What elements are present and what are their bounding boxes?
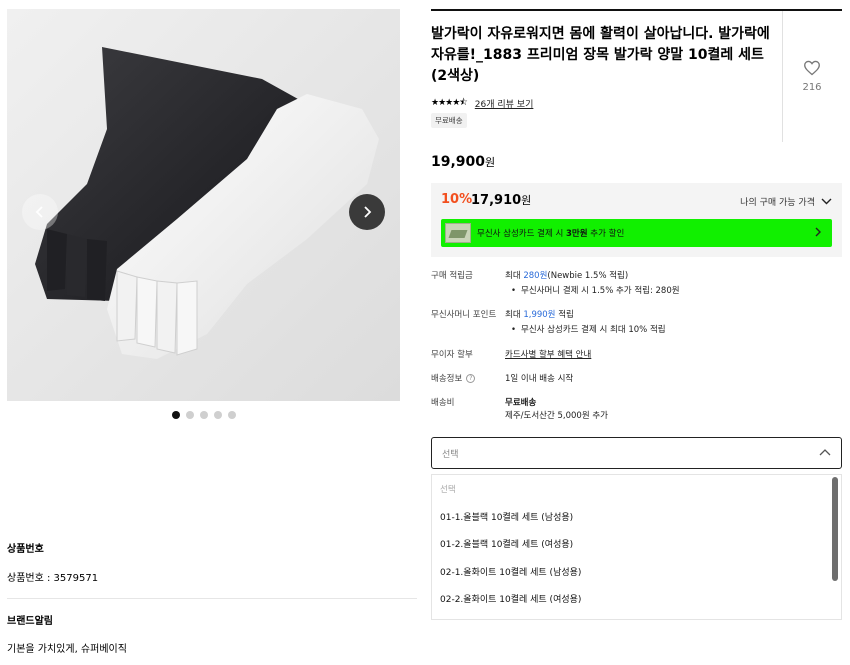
top-rule — [431, 9, 842, 11]
promo-text-suffix: 추가 할인 — [587, 229, 625, 239]
vertical-divider — [782, 11, 783, 142]
sale-price-unit: 원 — [521, 194, 532, 207]
chevron-right-icon — [364, 206, 372, 218]
product-title: 발가락이 자유로워지면 몸에 활력이 살아납니다. 발가락에 자유를!_1883… — [431, 26, 770, 84]
points-label: 구매 적립금 — [431, 271, 473, 281]
points-value: 최대 280원(Newbie 1.5% 적립) 무신사머니 결제 시 1.5% … — [505, 270, 680, 297]
fee-sub: 제주/도서산간 5,000원 추가 — [505, 411, 608, 421]
delivery-label-text: 배송정보 — [431, 374, 463, 384]
chevron-right-icon — [815, 227, 821, 237]
promo-text-amount: 3만원 — [566, 229, 588, 239]
dropdown-placeholder: 선택 — [440, 484, 456, 495]
points-prefix: 최대 — [505, 271, 524, 281]
chevron-up-icon — [819, 449, 831, 456]
dropdown-option[interactable]: 02-2.올화이트 10켤레 세트 (여성용) — [432, 585, 841, 613]
product-image-gallery[interactable] — [7, 9, 400, 401]
discount-rate: 10% — [441, 192, 473, 207]
gallery-dot[interactable] — [200, 411, 208, 419]
product-number-heading: 상품번호 — [7, 544, 44, 555]
dropdown-option[interactable]: 01-2.올블랙 10켤레 세트 (여성용) — [432, 530, 841, 558]
gallery-prev-button[interactable] — [22, 194, 58, 230]
fee-label: 배송비 — [431, 398, 455, 408]
my-price-toggle[interactable]: 나의 구매 가능 가격 — [740, 195, 832, 208]
gallery-next-button[interactable] — [349, 194, 385, 230]
promo-text-prefix: 무신사 삼성카드 결제 시 — [477, 229, 567, 239]
sale-price-value: 17,910 — [471, 193, 522, 208]
review-link[interactable]: 26개 리뷰 보기 — [475, 97, 534, 110]
gallery-dot[interactable] — [214, 411, 222, 419]
product-image — [7, 9, 400, 401]
gallery-dot[interactable] — [228, 411, 236, 419]
help-icon[interactable]: ? — [466, 374, 476, 383]
dropdown-scrollbar[interactable] — [832, 477, 838, 581]
gallery-dot[interactable] — [186, 411, 194, 419]
installment-link[interactable]: 카드사별 할부 혜택 안내 — [505, 349, 591, 361]
original-price-value: 19,900 — [431, 154, 486, 170]
card-thumbnail — [445, 223, 471, 243]
like-count: 216 — [802, 82, 822, 93]
gallery-pagination — [172, 411, 236, 419]
money-value: 최대 1,990원 적립 무신사 삼성카드 결제 시 최대 10% 적립 — [505, 309, 666, 336]
promo-text: 무신사 삼성카드 결제 시 3만원 추가 할인 — [477, 227, 624, 239]
chevron-down-icon — [821, 198, 832, 205]
price-box: 10% 17,910원 나의 구매 가능 가격 무신사 삼성카드 결제 시 3만… — [431, 183, 842, 257]
delivery-label: 배송정보? — [431, 373, 499, 385]
money-prefix: 최대 — [505, 310, 524, 320]
dropdown-option[interactable]: 01-1.올블랙 10켤레 세트 (남성용) — [432, 503, 841, 531]
heart-icon — [804, 60, 820, 76]
rating-stars: ★★★★⯪ — [431, 98, 468, 108]
gallery-dot[interactable] — [172, 411, 180, 419]
installment-label: 무이자 할부 — [431, 350, 473, 360]
points-amount: 280원 — [523, 271, 548, 281]
original-price-unit: 원 — [485, 156, 496, 169]
dropdown-option[interactable]: 02-1.올화이트 10켤레 세트 (남성용) — [432, 558, 841, 586]
product-number-text: 상품번호 : 3579571 — [7, 573, 99, 584]
sale-price: 17,910원 — [471, 192, 531, 208]
delivery-value: 1일 이내 배송 시작 — [505, 374, 574, 384]
option-select[interactable]: 선택 — [431, 437, 842, 469]
money-amount: 1,990원 — [523, 310, 556, 320]
like-button[interactable]: 216 — [794, 60, 830, 93]
divider — [7, 598, 417, 599]
samsung-card-promo-banner[interactable]: 무신사 삼성카드 결제 시 3만원 추가 할인 — [441, 219, 832, 247]
brand-notice-heading: 브랜드알림 — [7, 616, 53, 627]
points-suffix: (Newbie 1.5% 적립) — [547, 271, 629, 281]
money-suffix: 적립 — [555, 310, 574, 320]
my-price-label: 나의 구매 가능 가격 — [740, 198, 815, 208]
fee-value: 무료배송 제주/도서산간 5,000원 추가 — [505, 397, 608, 422]
fee-main: 무료배송 — [505, 398, 537, 408]
money-label: 무신사머니 포인트 — [431, 310, 497, 320]
money-sub: 무신사 삼성카드 결제 시 최대 10% 적립 — [505, 324, 666, 336]
free-shipping-badge: 무료배송 — [431, 113, 467, 128]
chevron-left-icon — [35, 206, 43, 218]
original-price: 19,900원 — [431, 154, 495, 170]
brand-notice-text: 기본을 가치있게, 슈퍼베이직 — [7, 644, 127, 655]
points-sub: 무신사머니 결제 시 1.5% 추가 적립: 280원 — [505, 285, 680, 297]
rating-row: ★★★★⯪ 26개 리뷰 보기 — [431, 95, 533, 111]
option-dropdown[interactable]: 선택 01-1.올블랙 10켤레 세트 (남성용) 01-2.올블랙 10켤레 세트… — [431, 474, 842, 620]
option-select-value: 선택 — [442, 449, 459, 460]
